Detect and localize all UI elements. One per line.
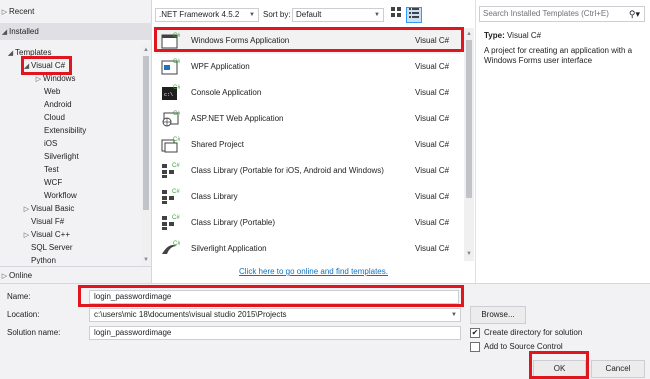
tree-item-test[interactable]: Test [44,163,59,176]
tree-item-windows[interactable]: ▷ Windows [34,72,76,85]
svg-text:C#: C# [173,111,180,117]
svg-text:c:\: c:\ [164,92,173,98]
grid-view-icon [391,7,401,17]
tree-item-visual-csharp[interactable]: ◢ Visual C# [22,59,92,72]
search-templates-input[interactable]: Search Installed Templates (Ctrl+E) ⚲▾ [479,6,645,22]
tree-item-templates[interactable]: ◢ Templates [6,46,52,59]
scroll-up-icon[interactable]: ▲ [465,30,473,38]
template-item-class-library-portable[interactable]: C# Class Library (Portable) Visual C# [155,210,461,236]
template-type: Type: Visual C# [484,31,542,40]
class-library-icon: C# [162,189,180,204]
template-categories-pane: ▷ Recent ◢ Installed ◢ Templates ◢ Visual C#… [0,0,152,283]
templates-toolbar: .NET Framework 4.5.2 ▼ Sort by: Default ▼ [152,0,475,28]
template-item-class-library[interactable]: C# Class Library Visual C# [155,184,461,210]
project-name-input[interactable]: login_passwordimage [89,290,459,304]
chevron-down-icon: ▼ [249,12,255,18]
add-source-control-checkbox[interactable]: Add to Source Control [470,341,563,353]
chevron-down-icon: ▼ [451,312,457,318]
scroll-down-icon[interactable]: ▼ [142,256,150,264]
ok-button[interactable]: OK [533,360,586,378]
template-list-scrollbar-thumb[interactable] [466,40,472,198]
name-label: Name: [7,292,31,301]
template-list: C# Windows Forms Application Visual C# C… [152,28,475,261]
recent-node[interactable]: ▷ Recent [0,3,35,20]
chevron-down-icon: ▼ [374,12,380,18]
template-item-aspnet[interactable]: C# ASP.NET Web Application Visual C# [155,106,461,132]
tree-item-workflow[interactable]: Workflow [44,189,77,202]
location-combo[interactable]: c:\users\mic 18\documents\visual studio … [89,308,461,322]
solution-name-label: Solution name: [7,328,61,337]
tree-item-sql-server[interactable]: SQL Server [31,241,73,254]
project-settings-form: Name: login_passwordimage Location: c:\u… [0,283,650,379]
list-view-button[interactable] [406,7,422,23]
search-icon[interactable]: ⚲▾ [629,7,640,21]
class-library-icon: C# [162,215,180,230]
web-app-icon: C# [162,111,180,127]
svg-text:C#: C# [173,241,180,247]
scroll-down-icon[interactable]: ▼ [465,250,473,258]
svg-text:C#: C# [173,59,180,65]
template-item-windows-forms[interactable]: C# Windows Forms Application Visual C# [155,28,461,54]
tree-item-ios[interactable]: iOS [44,137,57,150]
scroll-up-icon[interactable]: ▲ [142,46,150,54]
tree-item-silverlight[interactable]: Silverlight [44,150,79,163]
collapse-icon: ◢ [1,29,8,36]
create-directory-checkbox[interactable]: ✔ Create directory for solution [470,327,582,339]
svg-text:C#: C# [173,137,180,143]
template-list-scrollbar[interactable]: ▲ ▼ [464,28,474,261]
small-icons-view-button[interactable] [388,7,404,23]
svg-text:C#: C# [172,189,180,195]
new-project-dialog: ▷ Recent ◢ Installed ◢ Templates ◢ Visual C#… [0,0,650,379]
tree-item-visual-cpp[interactable]: ▷ Visual C++ [22,228,70,241]
solution-name-input[interactable]: login_passwordimage [89,326,461,340]
tree-item-android[interactable]: Android [44,98,72,111]
console-icon: c:\C# [162,85,180,100]
cancel-button[interactable]: Cancel [591,360,645,378]
class-library-icon: C# [162,163,180,178]
template-details-pane: Search Installed Templates (Ctrl+E) ⚲▾ T… [475,0,650,283]
tree-item-extensibility[interactable]: Extensibility [44,124,86,137]
silverlight-icon: C# [162,241,180,254]
tree-item-web[interactable]: Web [44,85,60,98]
location-label: Location: [7,310,40,319]
tree-item-cloud[interactable]: Cloud [44,111,65,124]
template-item-silverlight[interactable]: C# Silverlight Application Visual C# [155,236,461,261]
tree-scrollbar[interactable]: ▲ ▼ [141,44,151,266]
checkmark-icon: ✔ [470,327,480,338]
browse-button[interactable]: Browse... [470,306,526,324]
find-online-templates-link[interactable]: Click here to go online and find templat… [239,267,388,276]
online-node[interactable]: ▷ Online [0,266,152,283]
tree-item-visual-fsharp[interactable]: Visual F# [31,215,64,228]
sort-by-label: Sort by: [263,10,291,19]
tree-item-visual-basic[interactable]: ▷ Visual Basic [22,202,75,215]
winforms-icon: C# [161,33,180,49]
template-item-wpf[interactable]: C# WPF Application Visual C# [155,54,461,80]
installed-tree: ◢ Templates ◢ Visual C# ▷ Windows Web Andro… [0,44,146,264]
template-item-shared-project[interactable]: C# Shared Project Visual C# [155,132,461,158]
tree-scrollbar-thumb[interactable] [143,56,149,210]
tree-item-wcf[interactable]: WCF [44,176,62,189]
svg-text:C#: C# [173,85,180,91]
template-item-console[interactable]: c:\ C# Console Application Visual C# [155,80,461,106]
online-templates-bar: Click here to go online and find templat… [152,261,475,283]
svg-text:C#: C# [172,215,180,221]
framework-dropdown[interactable]: .NET Framework 4.5.2 ▼ [155,8,259,22]
installed-node[interactable]: ◢ Installed [0,23,152,40]
list-view-icon [409,8,419,18]
template-description: A project for creating an application wi… [484,46,633,65]
svg-text:C#: C# [173,33,180,39]
shared-project-icon: C# [161,137,180,153]
template-item-class-library-portable-ios[interactable]: C# Class Library (Portable for iOS, Andr… [155,158,461,184]
svg-text:C#: C# [172,163,180,169]
templates-pane: .NET Framework 4.5.2 ▼ Sort by: Default ▼ … [152,0,475,283]
sort-by-dropdown[interactable]: Default ▼ [292,8,384,22]
tree-item-python[interactable]: Python [31,254,56,264]
wpf-icon: C# [161,59,180,75]
expand-icon: ▷ [1,9,8,16]
